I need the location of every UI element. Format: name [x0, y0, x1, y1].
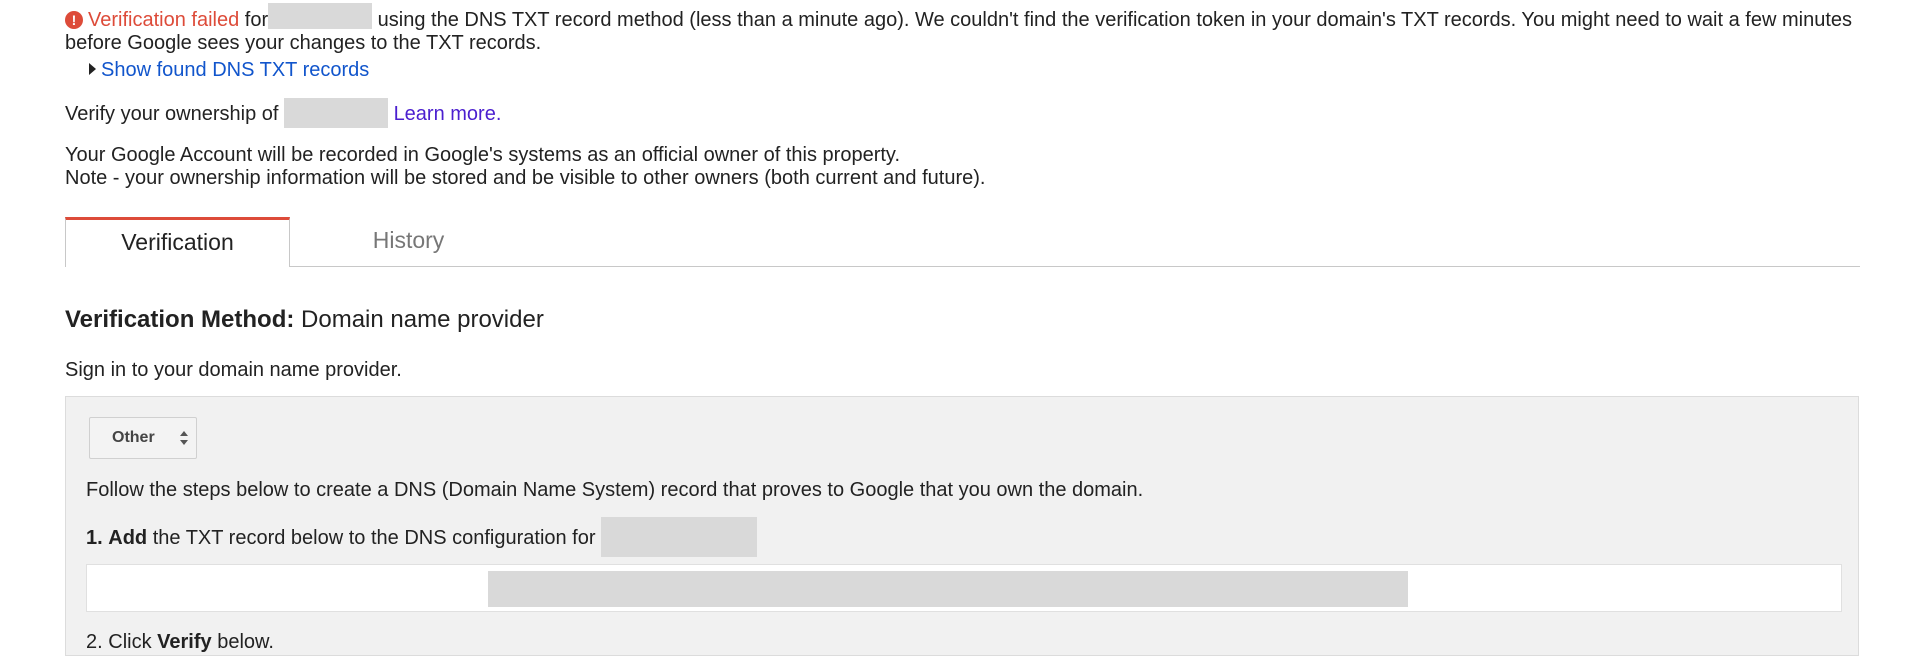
learn-more-link[interactable]: Learn more.: [394, 103, 502, 125]
ownership-prefix: Verify your ownership of: [65, 103, 279, 125]
redacted-txt-record: [488, 571, 1408, 607]
redacted-domain: [268, 3, 373, 29]
step-1: 1. Add the TXT record below to the DNS c…: [86, 517, 758, 557]
show-found-records-toggle[interactable]: Show found DNS TXT records: [89, 58, 369, 82]
tab-history[interactable]: History: [291, 217, 526, 266]
error-title: Verification failed: [88, 9, 240, 31]
step2-number: 2.: [86, 631, 103, 653]
steps-intro: Follow the steps below to create a DNS (…: [86, 479, 1144, 501]
step1-text: the TXT record below to the DNS configur…: [152, 527, 596, 549]
step2-bold: Verify: [157, 631, 212, 653]
provider-select[interactable]: Other: [89, 417, 197, 459]
verification-error-message: ! Verification failed for using the DNS T…: [65, 3, 1855, 55]
account-note-line1: Your Google Account will be recorded in …: [65, 144, 900, 166]
verification-method-heading: Verification Method: Domain name provide…: [65, 305, 544, 335]
tabs-divider: [65, 266, 1860, 267]
step-2: 2. Click Verify below.: [86, 630, 274, 654]
provider-select-value: Other: [112, 429, 155, 446]
signin-instruction: Sign in to your domain name provider.: [65, 359, 402, 381]
step1-number: 1.: [86, 527, 103, 549]
tab-verification[interactable]: Verification: [65, 217, 290, 267]
account-note: Your Google Account will be recorded in …: [65, 144, 985, 190]
select-updown-icon: [180, 431, 188, 445]
error-prefix: for: [244, 9, 269, 31]
method-label: Verification Method:: [65, 306, 295, 333]
account-note-line2: Note - your ownership information will b…: [65, 167, 986, 189]
redacted-property: [284, 98, 388, 128]
method-value: Domain name provider: [301, 306, 544, 333]
redacted-domain-step1: [601, 517, 758, 557]
show-found-records-link[interactable]: Show found DNS TXT records: [101, 59, 369, 81]
triangle-right-icon: [89, 63, 96, 75]
step2-suffix: below.: [217, 631, 274, 653]
error-icon: !: [65, 11, 83, 29]
step2-text: Click: [108, 631, 152, 653]
verify-ownership-line: Verify your ownership of Learn more.: [65, 98, 501, 129]
step1-bold: Add: [108, 527, 148, 549]
